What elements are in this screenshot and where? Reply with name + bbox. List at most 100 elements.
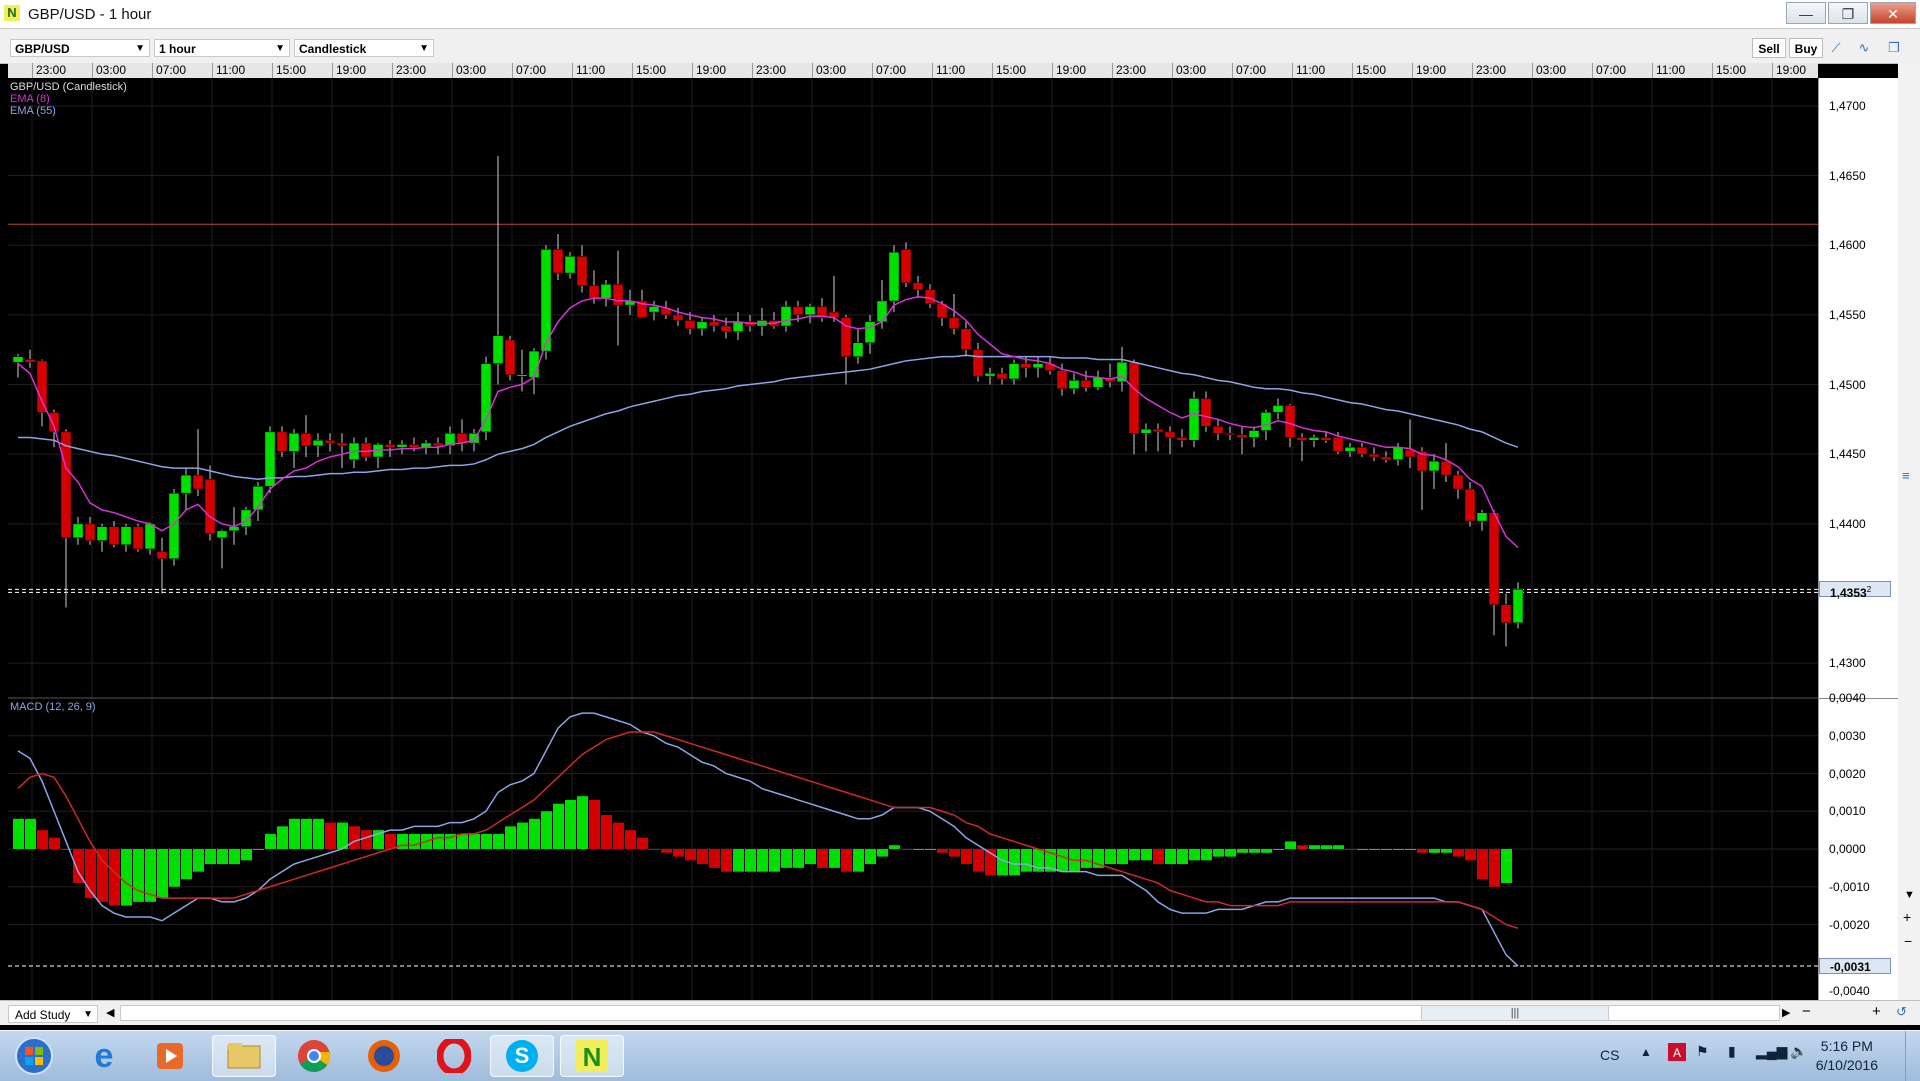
trading-app-icon[interactable]: N [560,1035,624,1077]
macd-histogram-bar [1105,849,1116,865]
internet-explorer-icon[interactable]: e [72,1035,136,1077]
macd-histogram-bar [877,849,888,857]
scroll-thumb[interactable]: ||| [1421,1006,1609,1020]
horizontal-scrollbar[interactable]: ||| [120,1005,1780,1021]
firefox-icon[interactable] [352,1035,416,1077]
macd-histogram-bar [109,849,120,906]
macd-histogram-bar [433,833,444,849]
macd-histogram-bar [889,845,900,849]
macd-histogram-bar [841,849,852,872]
skype-icon[interactable]: S [490,1035,554,1077]
price-tick-label: 1,4650 [1829,168,1866,183]
opera-icon[interactable] [422,1035,486,1077]
candle-bearish [588,285,600,299]
price-tick-label: 1,4450 [1829,447,1866,462]
show-hidden-icons-icon[interactable]: ▲ [1640,1045,1652,1059]
zoom-in-icon[interactable]: + [1903,909,1911,925]
file-explorer-icon[interactable] [212,1035,276,1077]
time-tick-label: 19:00 [1412,63,1472,78]
sell-button[interactable]: Sell [1752,38,1786,58]
macd-histogram-bar [193,849,204,872]
maximize-icon[interactable]: ❐ [1886,40,1902,56]
candle-bearish [60,431,72,539]
macd-histogram-bar [1177,849,1188,865]
vertical-scroll-strip[interactable]: ≡ ▼ + − [1898,63,1920,1000]
battery-icon[interactable]: ▮ [1728,1043,1736,1060]
chevron-down-icon: ▼ [135,43,145,54]
macd-histogram-bar [901,849,912,850]
reset-icon[interactable]: ↺ [1896,1004,1907,1020]
candle-bearish [108,526,120,545]
action-center-flag-icon[interactable]: ⚑ [1696,1043,1709,1060]
price-tick-label: 1,4300 [1829,656,1866,671]
macd-histogram-bar [169,849,180,887]
macd-histogram-bar [565,799,576,849]
candle-bearish [1320,437,1332,441]
volume-icon[interactable]: 🔈 [1790,1043,1807,1060]
time-tick-label: 03:00 [452,63,512,78]
macd-histogram-bar [541,811,552,849]
scroll-grip-icon[interactable]: ≡ [1902,468,1910,483]
time-tick-label: 19:00 [1772,63,1818,78]
show-desktop-button[interactable] [1905,1031,1920,1081]
network-signal-icon[interactable]: ▂▄▆ [1756,1043,1787,1060]
time-tick-label: 03:00 [1172,63,1232,78]
macd-histogram-bar [937,849,948,853]
candle-bullish [216,530,228,539]
macd-histogram-bar [1117,849,1128,865]
macd-histogram-bar [781,849,792,868]
scroll-right-icon[interactable]: ▶ [1782,1006,1790,1019]
candle-bearish [900,249,912,284]
candle-bearish [1200,398,1212,427]
indicator-icon[interactable]: ∿ [1856,40,1872,56]
macd-histogram-bar [1129,849,1140,861]
close-button[interactable]: ✕ [1870,2,1916,24]
draw-line-icon[interactable]: ⟋ [1828,40,1844,56]
buy-button[interactable]: Buy [1789,38,1823,58]
chart-type-select[interactable]: Candlestick ▼ [294,39,434,57]
macd-histogram-bar [1477,849,1488,880]
candle-bearish [324,439,336,444]
legend-ema-8: EMA (8) [10,93,50,105]
chart-area[interactable]: GBP/USD (Candlestick) EMA (8) EMA (55) MACD… [8,78,1818,1000]
macd-histogram-bar [1405,849,1416,850]
windows-taskbar: e S N CS ▲ A ⚑ ▮ ▂▄▆ 🔈 5:16 PM 6/10/2016 [0,1030,1920,1081]
timeframe-select[interactable]: 1 hour ▼ [154,39,290,57]
time-tick-label: 03:00 [92,63,152,78]
zoom-in-icon[interactable]: + [1872,1003,1881,1020]
macd-histogram-bar [1429,849,1440,853]
zoom-out-icon[interactable]: − [1904,933,1912,949]
acrobat-tray-icon[interactable]: A [1668,1043,1686,1064]
candle-bullish [1140,428,1152,434]
macd-histogram-bar [829,849,840,868]
candle-bearish [1236,434,1248,438]
language-indicator[interactable]: CS [1600,1047,1619,1063]
macd-histogram-bar [817,849,828,868]
time-tick-label: 15:00 [992,63,1052,78]
media-player-icon[interactable] [138,1035,202,1077]
restore-button[interactable]: ❐ [1828,2,1868,24]
candle-bearish [948,317,960,330]
candle-bearish [84,523,96,541]
time-tick-label: 19:00 [332,63,392,78]
chrome-icon[interactable] [282,1035,346,1077]
macd-tick-label: 0,0040 [1829,691,1866,705]
candle-bearish [1356,446,1368,455]
time-tick-label: 19:00 [692,63,752,78]
macd-histogram-bar [949,849,960,857]
candle-bearish [408,444,420,448]
macd-histogram-bar [1465,849,1476,861]
instrument-select[interactable]: GBP/USD ▼ [10,39,150,57]
macd-tick-label: -0,0020 [1829,917,1870,932]
start-button[interactable] [2,1035,66,1077]
scroll-down-icon[interactable]: ▼ [1904,889,1915,901]
zoom-out-icon[interactable]: − [1802,1003,1811,1020]
minimize-button[interactable]: — [1786,2,1826,24]
candle-bullish [396,444,408,448]
macd-histogram-bar [1165,849,1176,865]
system-clock[interactable]: 5:16 PM 6/10/2016 [1816,1037,1878,1075]
add-study-select[interactable]: Add Study ▼ [8,1005,98,1023]
price-tick-label: 1,4700 [1829,98,1866,113]
chart-canvas[interactable]: GBP/USD (Candlestick)EMA (8)EMA (55) MACD… [8,78,1818,1000]
scroll-left-icon[interactable]: ◀ [106,1006,114,1019]
